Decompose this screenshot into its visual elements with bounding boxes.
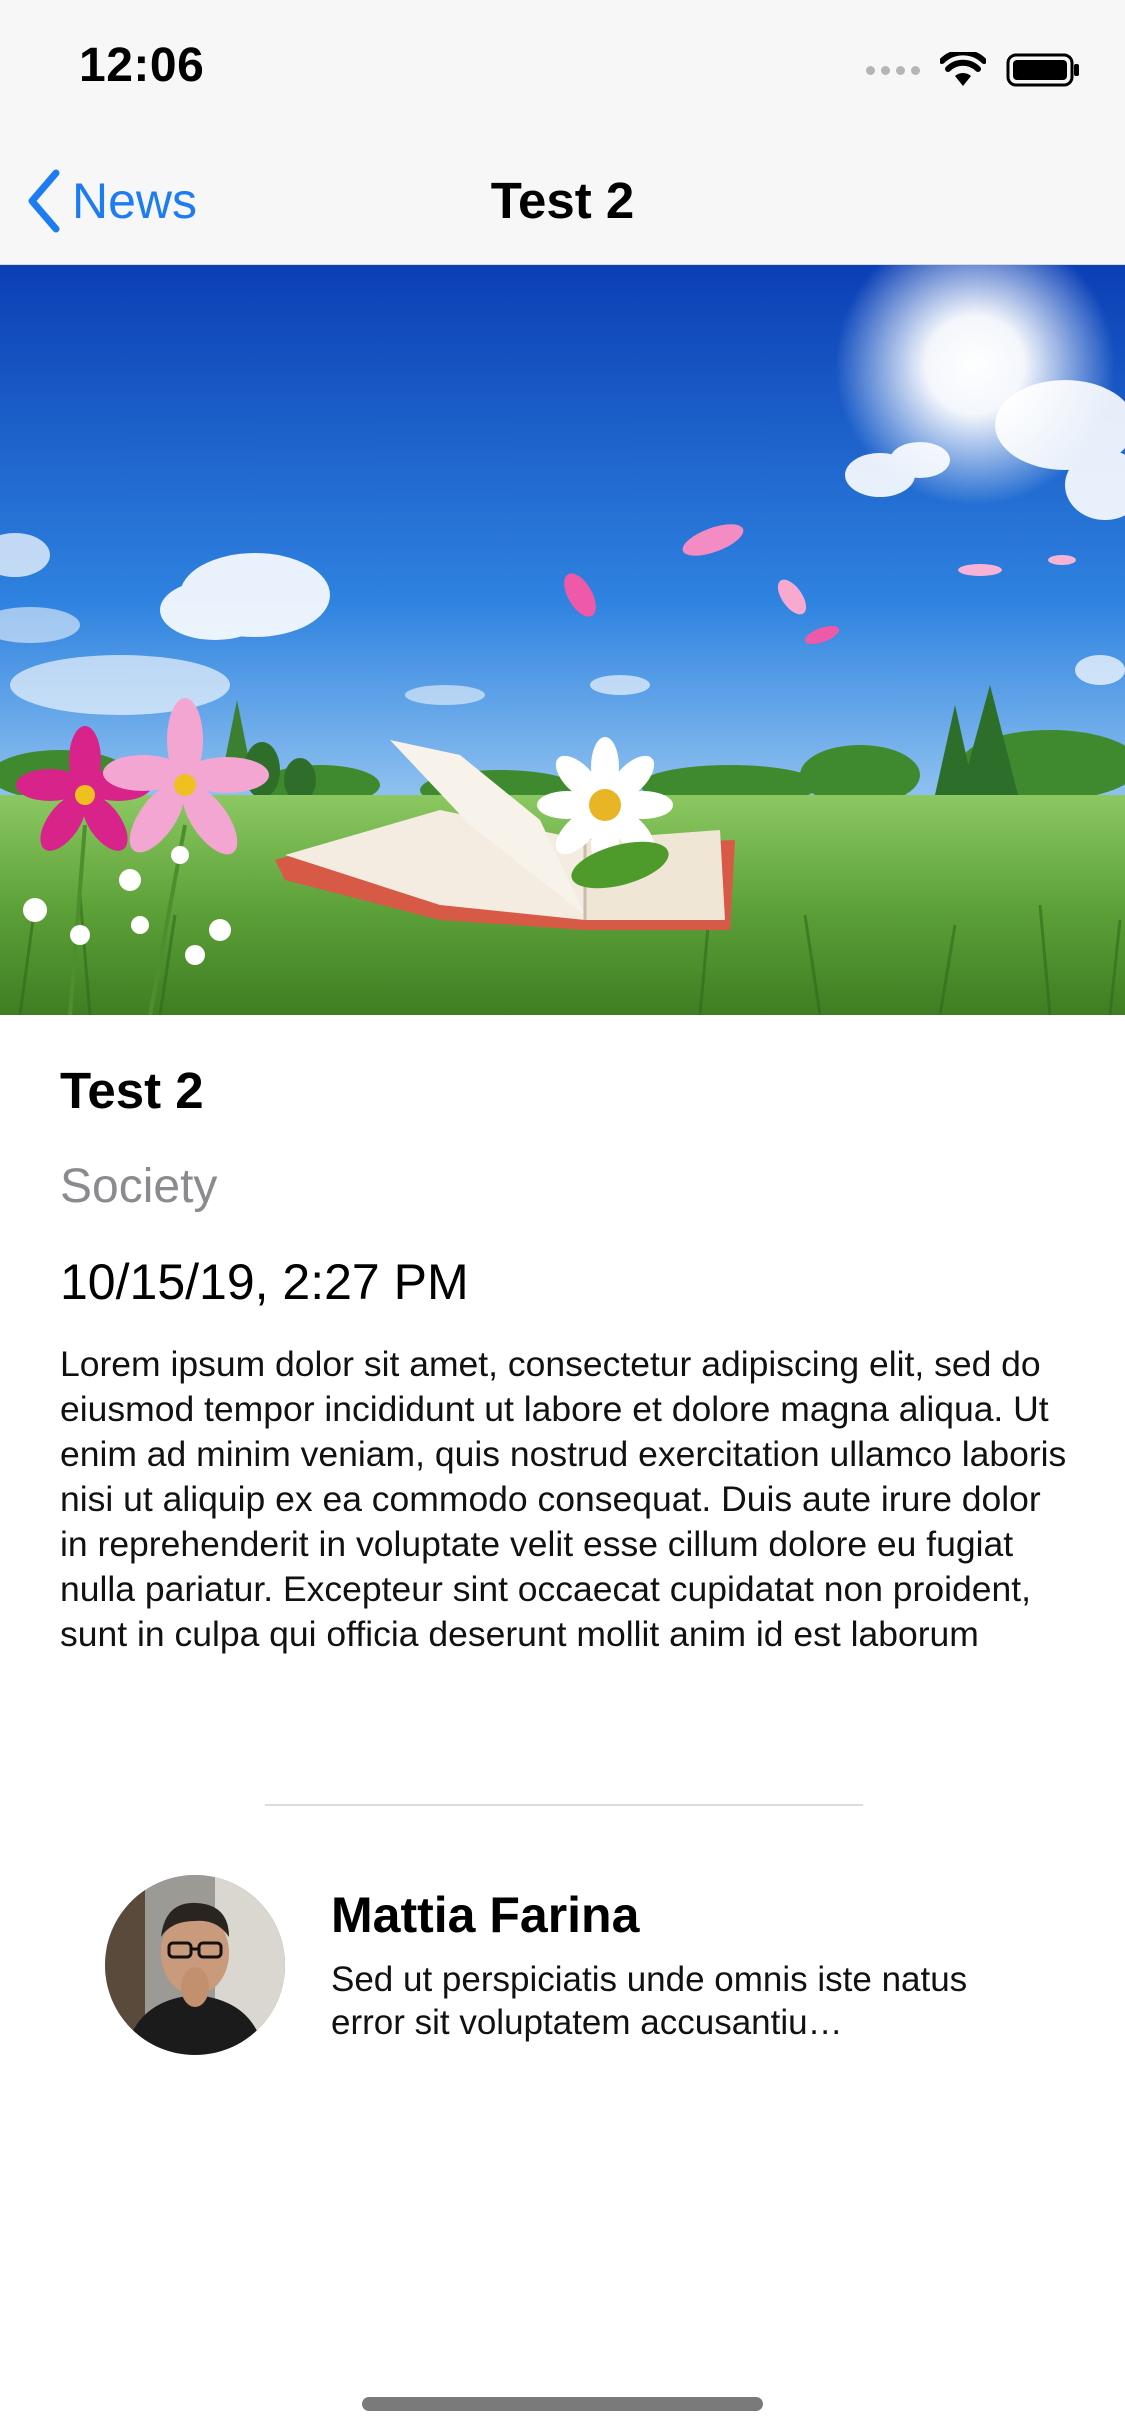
back-button-label: News <box>72 173 198 229</box>
article: Test 2 Society 10/15/19, 2:27 PM Lorem i… <box>60 1060 1070 1657</box>
status-time: 12:06 <box>79 39 205 92</box>
chevron-left-icon <box>28 169 60 233</box>
hero-image <box>0 265 1125 1015</box>
author-bio: Sed ut perspiciatis unde omnis iste natu… <box>331 1960 968 2042</box>
article-body: Lorem ipsum dolor sit amet, consectetur … <box>60 1344 1067 1654</box>
author-name: Mattia Farina <box>331 1887 640 1943</box>
article-title: Test 2 <box>60 1062 204 1119</box>
article-date: 10/15/19, 2:27 PM <box>60 1254 469 1310</box>
wifi-icon <box>940 52 986 86</box>
home-indicator[interactable] <box>362 2397 763 2411</box>
back-button[interactable]: News <box>26 166 197 236</box>
divider <box>265 1804 863 1806</box>
author-card[interactable]: Mattia Farina Sed ut perspiciatis unde o… <box>105 1875 1065 2057</box>
status-icons <box>866 50 1080 90</box>
article-category: Society <box>60 1160 218 1213</box>
navigation-header: 12:06 News Test 2 <box>0 0 1125 265</box>
battery-icon <box>1006 53 1079 87</box>
avatar <box>105 1875 285 2055</box>
cellular-signal-icon <box>866 65 920 75</box>
